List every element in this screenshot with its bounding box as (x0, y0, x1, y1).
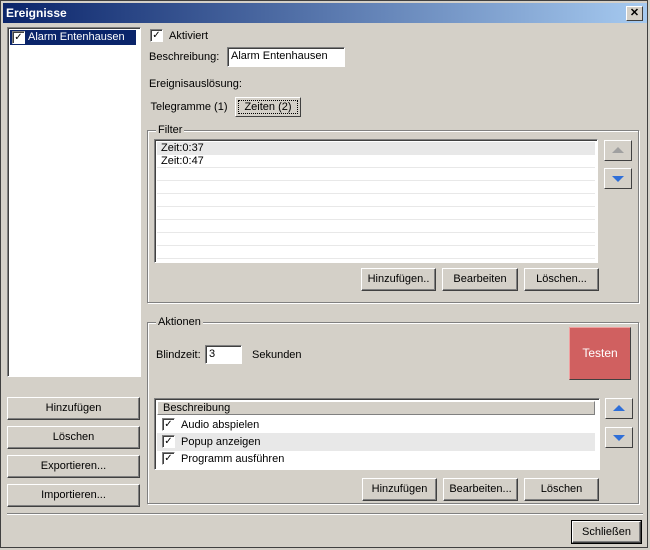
action-move-down-button[interactable] (605, 427, 633, 448)
export-button[interactable]: Exportieren... (7, 455, 140, 478)
filter-row-empty (157, 194, 595, 207)
action-checkbox[interactable]: ✓ (162, 435, 175, 448)
action-checkbox[interactable]: ✓ (162, 452, 175, 465)
seconds-label: Sekunden (252, 349, 302, 361)
arrow-down-icon (612, 176, 624, 182)
filter-group-title: Filter (156, 124, 185, 136)
action-label: Popup anzeigen (181, 436, 261, 448)
actions-group-title: Aktionen (156, 316, 203, 328)
action-add-button[interactable]: Hinzufügen (362, 478, 437, 501)
add-event-button[interactable]: Hinzufügen (7, 397, 140, 420)
filter-row-text: Zeit:0:47 (161, 155, 204, 167)
blindzeit-label: Blindzeit: (156, 349, 201, 361)
filter-list[interactable]: Zeit:0:37 Zeit:0:47 (154, 139, 598, 263)
filter-delete-button[interactable]: Löschen... (524, 268, 599, 291)
footer-divider (7, 513, 643, 515)
filter-row[interactable]: Zeit:0:47 (157, 155, 595, 168)
filter-row-empty (157, 181, 595, 194)
filter-row-empty (157, 168, 595, 181)
test-button[interactable]: Testen (569, 327, 631, 380)
tab-zeiten[interactable]: Zeiten (2) (235, 97, 301, 117)
close-button[interactable]: Schließen (571, 520, 642, 544)
action-checkbox[interactable]: ✓ (162, 418, 175, 431)
actions-column-header[interactable]: Beschreibung (157, 401, 595, 415)
action-move-up-button[interactable] (605, 398, 633, 419)
filter-row-empty (157, 246, 595, 259)
arrow-down-icon (613, 435, 625, 441)
window-title: Ereignisse (6, 6, 67, 20)
description-label: Beschreibung: (149, 51, 220, 63)
activated-checkbox[interactable]: ✓ (150, 29, 163, 42)
filter-row-empty (157, 207, 595, 220)
action-row[interactable]: ✓ Programm ausführen (157, 451, 595, 467)
filter-row-empty (157, 233, 595, 246)
blindzeit-input[interactable]: 3 (205, 345, 242, 364)
arrow-up-icon (612, 147, 624, 153)
activated-label: Aktiviert (169, 30, 209, 42)
trigger-label: Ereignisauslösung: (149, 78, 242, 90)
action-label: Audio abspielen (181, 419, 260, 431)
close-icon: ✕ (629, 7, 640, 19)
event-name: Alarm Entenhausen (28, 31, 125, 43)
arrow-up-icon (613, 405, 625, 411)
close-window-button[interactable]: ✕ (626, 6, 643, 21)
description-input[interactable]: Alarm Entenhausen (227, 47, 345, 67)
filter-row-text: Zeit:0:37 (161, 142, 204, 154)
action-label: Programm ausführen (181, 453, 285, 465)
event-list[interactable]: ✓ Alarm Entenhausen (7, 27, 141, 377)
title-bar: Ereignisse ✕ (3, 3, 647, 23)
delete-event-button[interactable]: Löschen (7, 426, 140, 449)
filter-row-empty (157, 220, 595, 233)
filter-add-button[interactable]: Hinzufügen.. (361, 268, 436, 291)
action-row[interactable]: ✓ Audio abspielen (157, 417, 595, 434)
action-row[interactable]: ✓ Popup anzeigen (157, 434, 595, 451)
actions-table[interactable]: Beschreibung ✓ Audio abspielen ✓ Popup a… (154, 398, 600, 470)
events-window: Ereignisse ✕ ✓ Alarm Entenhausen Hinzufü… (0, 0, 648, 548)
event-enabled-checkbox[interactable]: ✓ (12, 31, 25, 44)
import-button[interactable]: Importieren... (7, 484, 140, 507)
list-item[interactable]: ✓ Alarm Entenhausen (10, 30, 136, 45)
tab-telegramme[interactable]: Telegramme (1) (149, 98, 229, 118)
filter-move-down-button[interactable] (604, 168, 632, 189)
filter-move-up-button[interactable] (604, 140, 632, 161)
filter-row[interactable]: Zeit:0:37 (157, 142, 595, 155)
action-edit-button[interactable]: Bearbeiten... (443, 478, 518, 501)
filter-edit-button[interactable]: Bearbeiten (442, 268, 518, 291)
action-delete-button[interactable]: Löschen (524, 478, 599, 501)
actions-header-label: Beschreibung (163, 402, 231, 414)
